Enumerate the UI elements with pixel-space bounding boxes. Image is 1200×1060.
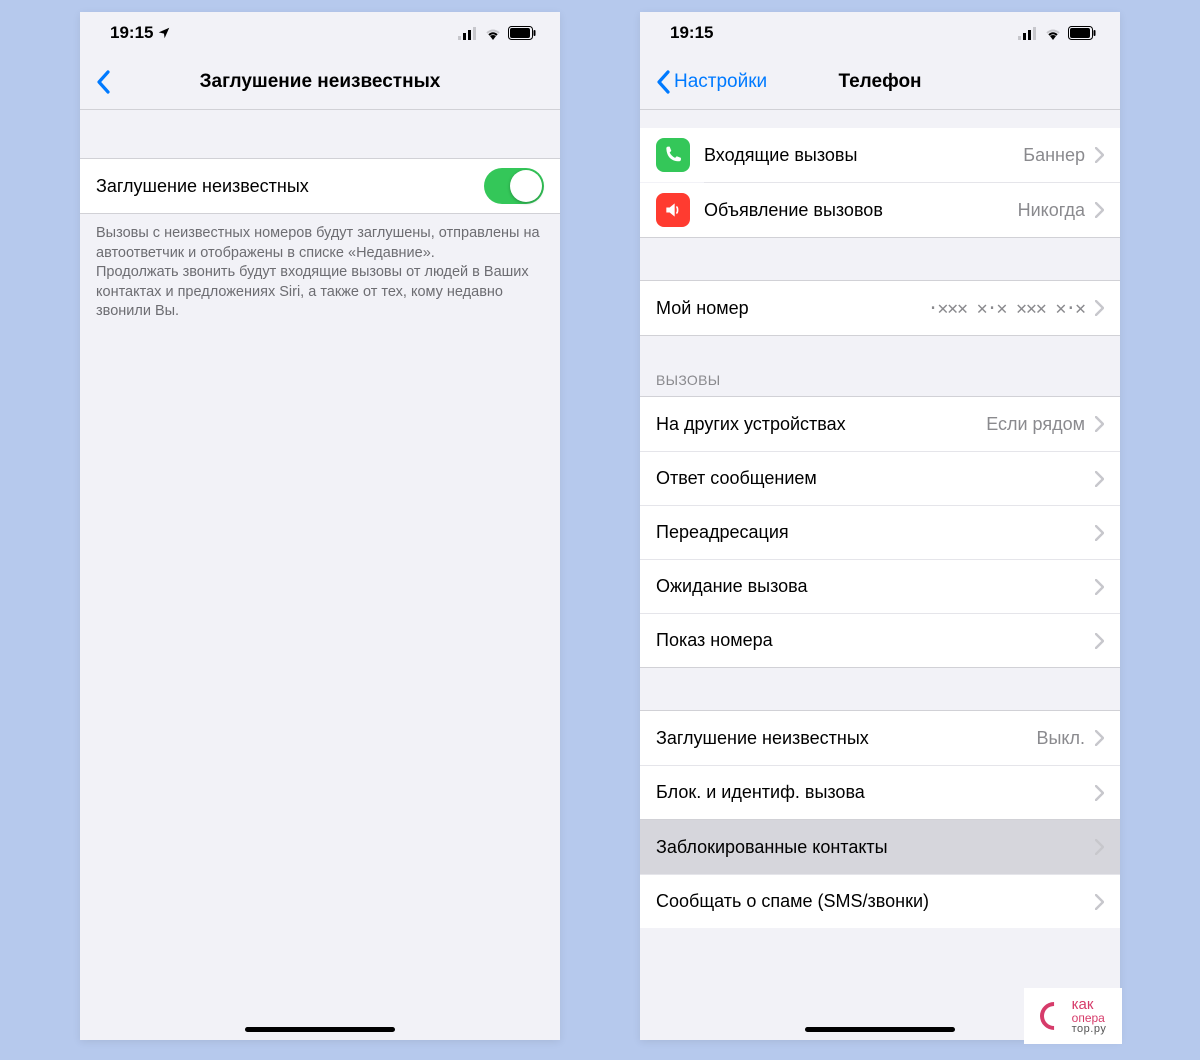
chevron-right-icon (1095, 839, 1104, 855)
back-button[interactable]: Настройки (648, 54, 775, 109)
row-value: Баннер (1023, 145, 1085, 166)
settings-row[interactable]: На других устройствах Если рядом (640, 397, 1120, 451)
settings-row[interactable]: Ответ сообщением (640, 451, 1120, 505)
status-icons (1018, 26, 1096, 40)
row-label: Объявление вызовов (704, 200, 1018, 221)
chevron-right-icon (1095, 894, 1104, 910)
chevron-right-icon (1095, 202, 1104, 218)
row-label: Сообщать о спаме (SMS/звонки) (656, 891, 1095, 912)
chevron-right-icon (1095, 471, 1104, 487)
back-label: Настройки (674, 71, 767, 93)
home-indicator[interactable] (805, 1027, 955, 1032)
status-bar: 19:15 (640, 12, 1120, 54)
back-button[interactable] (88, 54, 118, 109)
settings-row[interactable]: Сообщать о спаме (SMS/звонки) (640, 874, 1120, 928)
location-icon (157, 26, 171, 40)
row-label: Блок. и идентиф. вызова (656, 782, 1095, 803)
row-value: Никогда (1018, 200, 1085, 221)
status-bar: 19:15 (80, 12, 560, 54)
page-title: Телефон (838, 71, 921, 93)
chevron-right-icon (1095, 147, 1104, 163)
row-label: Показ номера (656, 630, 1095, 651)
silence-description: Вызовы с неизвестных номеров будут заглу… (80, 214, 560, 322)
silence-unknown-toggle[interactable] (484, 168, 544, 204)
row-label: Заглушение неизвестных (656, 728, 1036, 749)
settings-row[interactable]: Ожидание вызова (640, 559, 1120, 613)
chevron-left-icon (656, 70, 670, 94)
phone-settings-telephone: 19:15 Настройки Телефон Входящие вызовы … (640, 12, 1120, 1040)
status-time: 19:15 (110, 23, 153, 43)
my-number-row[interactable]: Мой номер ·✕✕✕ ✕·✕ ✕✕✕ ✕·✕ (640, 281, 1120, 335)
home-indicator[interactable] (245, 1027, 395, 1032)
silence-unknown-toggle-row[interactable]: Заглушение неизвестных (80, 159, 560, 213)
chevron-right-icon (1095, 300, 1104, 316)
watermark-line1: как (1072, 997, 1107, 1012)
toggle-label: Заглушение неизвестных (96, 176, 484, 197)
signal-icon (1018, 27, 1038, 40)
settings-row[interactable]: Блок. и идентиф. вызова (640, 765, 1120, 819)
signal-icon (458, 27, 478, 40)
battery-icon (508, 26, 536, 40)
chevron-right-icon (1095, 633, 1104, 649)
chevron-right-icon (1095, 579, 1104, 595)
battery-icon (1068, 26, 1096, 40)
nav-bar: Настройки Телефон (640, 54, 1120, 110)
phone-silence-unknown: 19:15 Заглушение неизвестных Заглушение … (80, 12, 560, 1040)
chevron-left-icon (96, 70, 110, 94)
phone-in-icon (656, 138, 690, 172)
row-label: На других устройствах (656, 414, 986, 435)
settings-row[interactable]: Входящие вызовы Баннер (640, 128, 1120, 182)
settings-row[interactable]: Переадресация (640, 505, 1120, 559)
nav-bar: Заглушение неизвестных (80, 54, 560, 110)
status-time: 19:15 (670, 23, 713, 43)
chevron-right-icon (1095, 730, 1104, 746)
calls-section-header: ВЫЗОВЫ (640, 366, 1120, 396)
row-label: Ответ сообщением (656, 468, 1095, 489)
watermark-icon (1034, 996, 1074, 1036)
wifi-icon (484, 27, 502, 40)
chevron-right-icon (1095, 785, 1104, 801)
settings-row[interactable]: Показ номера (640, 613, 1120, 667)
my-number-value: ·✕✕✕ ✕·✕ ✕✕✕ ✕·✕ (928, 298, 1085, 319)
page-title: Заглушение неизвестных (200, 71, 441, 93)
chevron-right-icon (1095, 525, 1104, 541)
announce-icon (656, 193, 690, 227)
row-value: Выкл. (1036, 728, 1085, 749)
row-label: Ожидание вызова (656, 576, 1095, 597)
settings-row[interactable]: Заблокированные контакты (640, 820, 1120, 874)
row-label: Входящие вызовы (704, 145, 1023, 166)
wifi-icon (1044, 27, 1062, 40)
row-label: Заблокированные контакты (656, 837, 1095, 858)
watermark-line3: тор.ру (1072, 1024, 1107, 1035)
status-icons (458, 26, 536, 40)
settings-row[interactable]: Объявление вызовов Никогда (640, 183, 1120, 237)
chevron-right-icon (1095, 416, 1104, 432)
my-number-label: Мой номер (656, 298, 928, 319)
watermark: как опера тор.ру (1024, 988, 1122, 1044)
row-label: Переадресация (656, 522, 1095, 543)
settings-row[interactable]: Заглушение неизвестных Выкл. (640, 711, 1120, 765)
row-value: Если рядом (986, 414, 1085, 435)
